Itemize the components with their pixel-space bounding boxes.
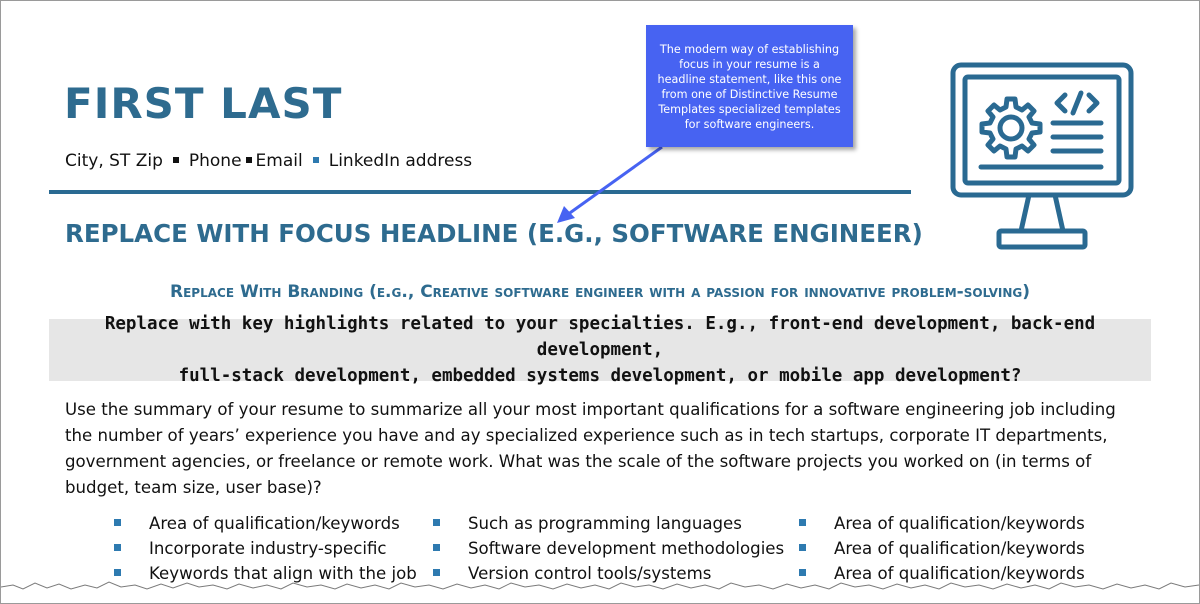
skill-item: Such as programming languages [433, 511, 791, 536]
skill-item: Incorporate industry-specific [114, 536, 416, 561]
skills-column-1: Area of qualification/keywords Incorpora… [114, 511, 416, 586]
separator-square-icon [312, 156, 319, 163]
torn-edge-decoration [1, 581, 1199, 603]
contact-line: City, ST Zip Phone Email LinkedIn address [65, 151, 472, 171]
contact-phone: Phone [188, 151, 242, 171]
skill-item: Area of qualification/keywords [799, 511, 1099, 536]
highlights-line-1: Replace with key highlights related to y… [104, 314, 1096, 360]
skills-column-3: Area of qualification/keywords Area of q… [799, 511, 1099, 586]
contact-linkedin: LinkedIn address [328, 151, 473, 171]
skill-item: Area of qualification/keywords [114, 511, 416, 536]
callout-text: The modern way of establishing focus in … [657, 43, 842, 131]
separator-square-icon [245, 156, 252, 163]
contact-location: City, ST Zip [65, 151, 163, 171]
branding-statement: Replace With Branding (e.g., Creative so… [170, 282, 1030, 302]
skill-item: Area of qualification/keywords [799, 536, 1099, 561]
contact-email: Email [255, 151, 303, 171]
separator-square-icon [172, 156, 179, 163]
skills-column-2: Such as programming languages Software d… [433, 511, 791, 586]
skill-item: Software development methodologies [433, 536, 791, 561]
key-highlights-text: Replace with key highlights related to y… [49, 311, 1151, 389]
key-highlights-box: Replace with key highlights related to y… [49, 314, 1151, 386]
resume-page: FIRST LAST City, ST Zip Phone Email LinkedI… [0, 0, 1200, 604]
resume-name: FIRST LAST [64, 79, 343, 128]
header-divider [49, 190, 911, 194]
callout-box: The modern way of establishing focus in … [646, 25, 853, 147]
focus-headline: REPLACE WITH FOCUS HEADLINE (E.G., SOFTW… [65, 219, 923, 248]
highlights-line-2: full-stack development, embedded systems… [178, 366, 1022, 386]
summary-paragraph: Use the summary of your resume to summar… [65, 400, 1116, 497]
computer-monitor-code-gear-icon [950, 62, 1134, 250]
